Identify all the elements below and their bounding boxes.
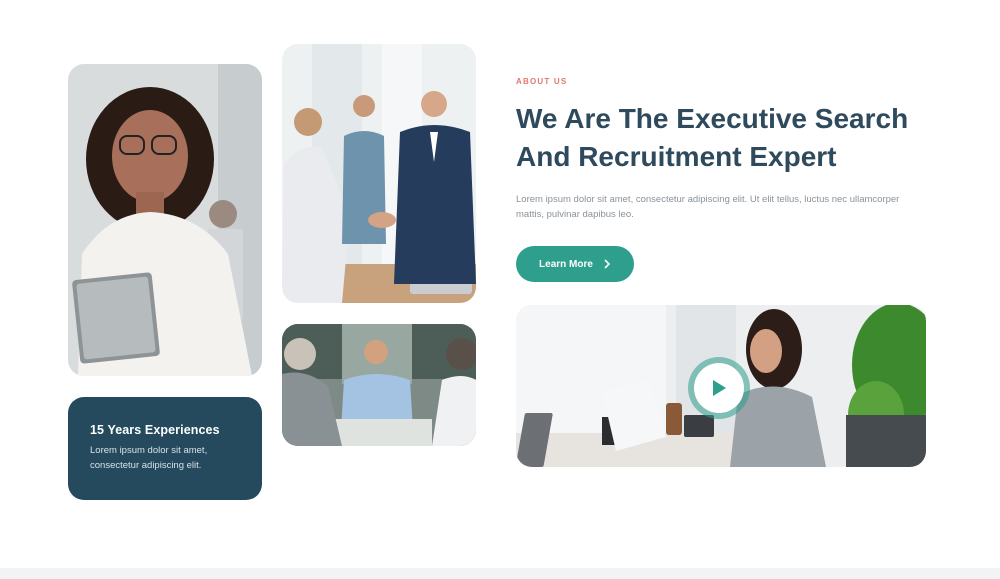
- handshake-photo: [282, 44, 476, 303]
- experience-text: Lorem ipsum dolor sit amet, consectetur …: [90, 445, 208, 471]
- experience-card: 15 Years Experiences Lorem ipsum dolor s…: [68, 397, 262, 500]
- headline-line-2: And Recruitment Expert: [516, 141, 837, 172]
- section-headline: We Are The Executive Search And Recruitm…: [516, 100, 936, 176]
- learn-more-label: Learn More: [539, 258, 593, 270]
- meeting-photo: [282, 324, 476, 446]
- portrait-photo: [68, 64, 262, 376]
- video-play-button[interactable]: [694, 363, 744, 413]
- footer-divider: [0, 568, 1000, 579]
- headline-line-1: We Are The Executive Search: [516, 103, 909, 134]
- video-play-ring: [688, 357, 750, 419]
- chevron-right-icon: [604, 259, 611, 269]
- section-description: Lorem ipsum dolor sit amet, consectetur …: [516, 194, 900, 220]
- experience-title: 15 Years Experiences: [90, 423, 220, 437]
- section-eyebrow: ABOUT US: [516, 77, 568, 86]
- learn-more-button[interactable]: Learn More: [516, 246, 634, 282]
- play-icon: [713, 380, 726, 396]
